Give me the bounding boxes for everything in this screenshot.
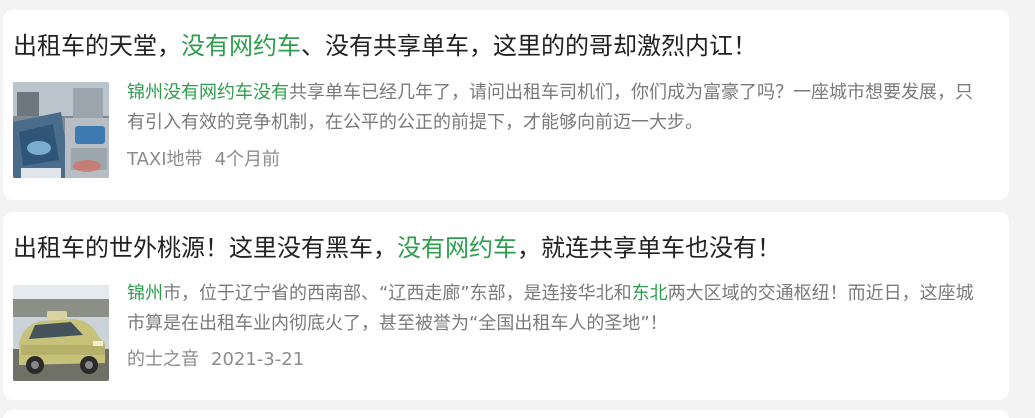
result-title[interactable]: 出租车的世外桃源！这里没有黑车，没有网约车，就连共享单车也没有！ — [13, 231, 781, 265]
result-meta: TAXI地带 4个月前 — [127, 148, 280, 172]
title-keyword-highlight: 没有网约车 — [397, 234, 517, 262]
source-name[interactable]: TAXI地带 — [127, 149, 203, 170]
result-summary: 锦州没有网约车没有共享单车已经几年了，请问出租车司机们，你们成为富豪了吗？一座城… — [127, 78, 987, 138]
result-meta: 的士之音 2021-3-21 — [127, 348, 304, 372]
publish-time: 4个月前 — [214, 149, 281, 170]
title-text: 、没有共享单车，这里的的哥却激烈内讧！ — [301, 32, 757, 60]
summary-text: 市，位于辽宁省的西南部、“辽西走廊”东部，是连接华北和 — [163, 283, 632, 304]
source-name[interactable]: 的士之音 — [127, 349, 199, 370]
summary-keyword-highlight: 锦州没有网约车没有 — [127, 82, 289, 103]
publish-time: 2021-3-21 — [211, 349, 305, 370]
result-summary: 锦州市，位于辽宁省的西南部、“辽西走廊”东部，是连接华北和东北两大区域的交通枢纽… — [127, 279, 987, 339]
result-thumbnail[interactable] — [13, 82, 109, 178]
title-keyword-highlight: 没有网约车 — [181, 32, 301, 60]
summary-keyword-highlight: 锦州 — [127, 283, 163, 304]
taxi-car-photo-thumbnail-icon — [13, 285, 109, 381]
summary-keyword-highlight: 东北 — [631, 283, 668, 304]
title-text: ，就连共享单车也没有！ — [517, 234, 781, 262]
result-card[interactable]: 出租车的世外桃源！这里没有黑车，没有网约车，就连共享单车也没有！ 锦州市，位于辽… — [3, 212, 1009, 400]
result-thumbnail[interactable] — [13, 285, 109, 381]
result-card[interactable]: 出租车的天堂，没有网约车、没有共享单车，这里的的哥却激烈内讧！ 锦州没有网约车没… — [3, 10, 1009, 200]
search-results-feed: 出租车的天堂，没有网约车、没有共享单车，这里的的哥却激烈内讧！ 锦州没有网约车没… — [0, 0, 1035, 418]
title-text: 出租车的天堂， — [13, 32, 181, 60]
result-title[interactable]: 出租车的天堂，没有网约车、没有共享单车，这里的的哥却激烈内讧！ — [13, 29, 757, 63]
taxi-photo-thumbnail-icon — [13, 82, 109, 178]
result-card-partial[interactable] — [3, 410, 1009, 418]
title-text: 出租车的世外桃源！这里没有黑车， — [13, 234, 397, 262]
